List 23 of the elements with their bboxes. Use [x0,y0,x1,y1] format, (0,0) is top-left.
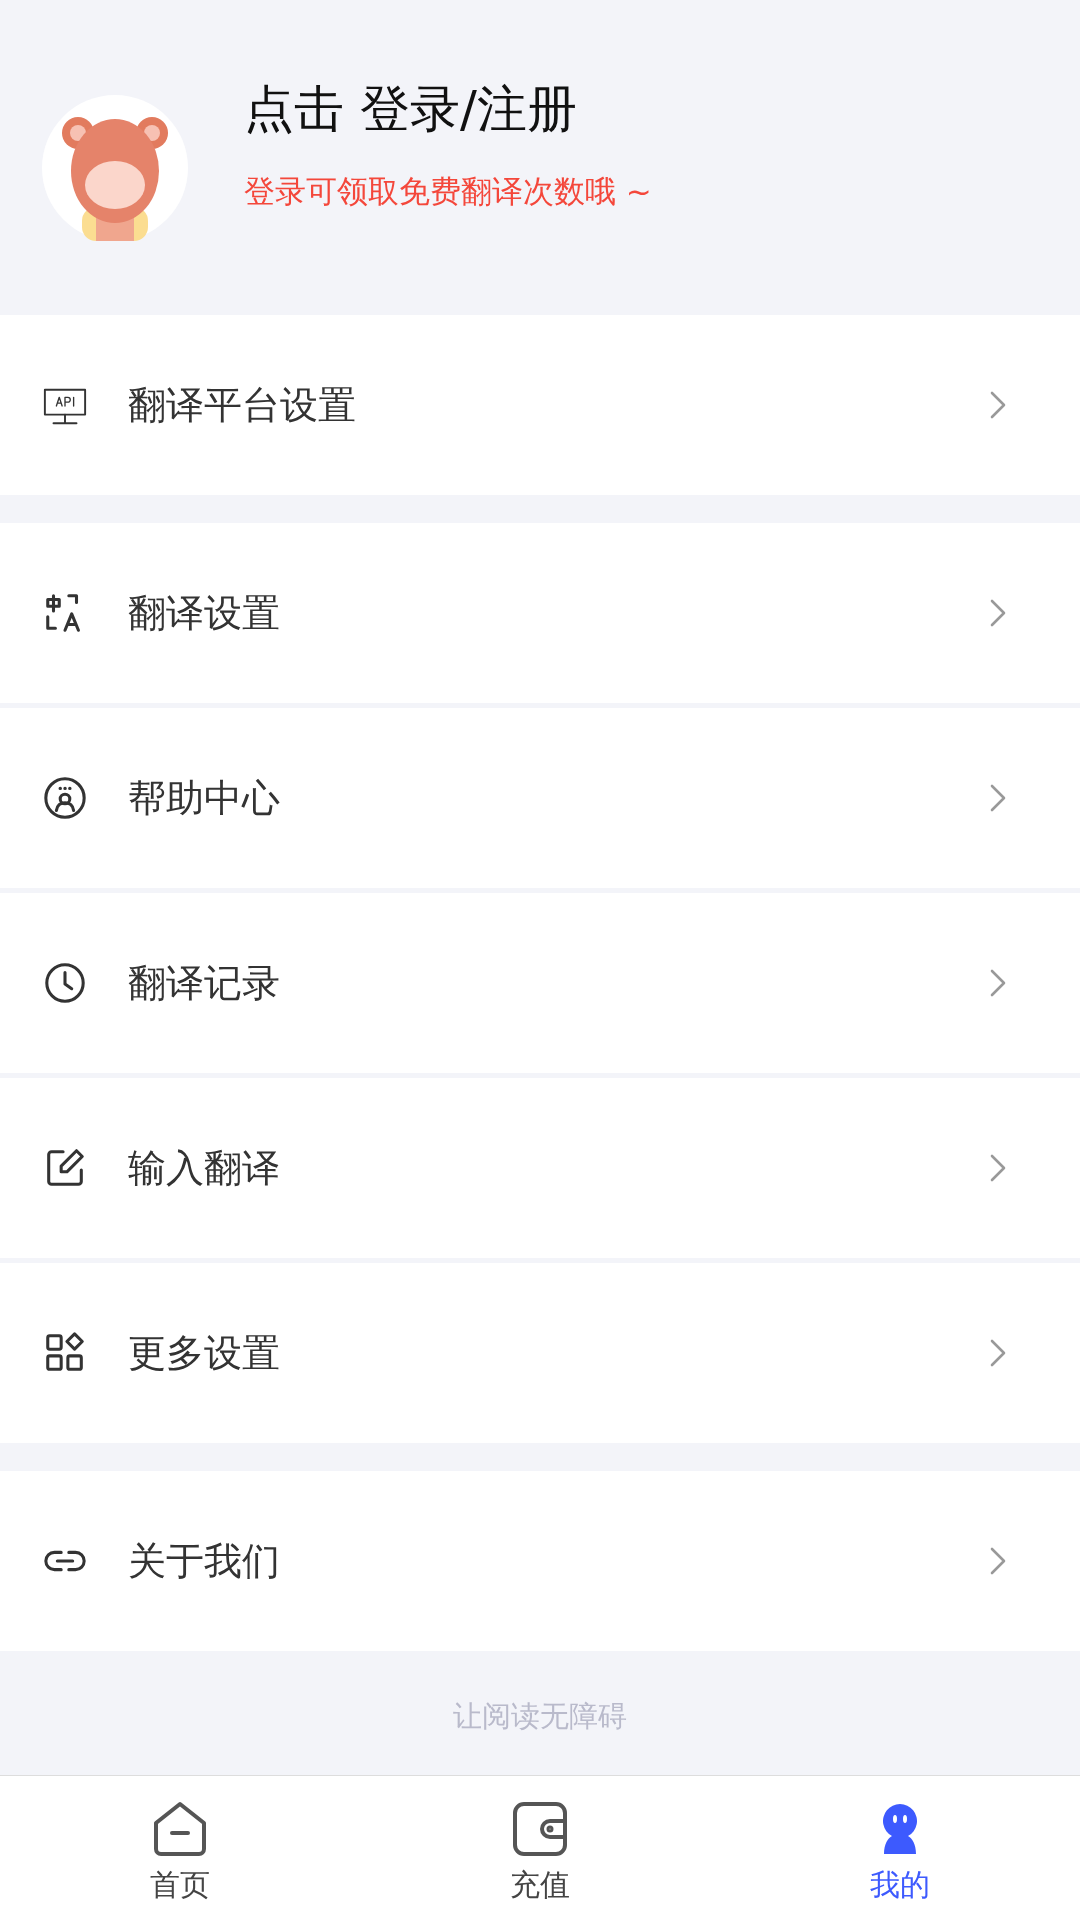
chevron-right-icon [988,597,1008,629]
chevron-right-icon [988,1545,1008,1577]
menu-item[interactable]: 关于我们 [0,1471,1080,1651]
login-title[interactable]: 点击 登录/注册 [244,82,652,137]
menu-item[interactable]: 更多设置 [0,1263,1080,1443]
slogan: 让阅读无障碍 [453,1698,627,1735]
avatar[interactable] [42,94,188,241]
menu-item[interactable]: 翻译设置 [0,523,1080,703]
chevron-right-icon [988,1337,1008,1369]
chevron-right-icon [988,1152,1008,1184]
nav-tab[interactable]: 我的 [720,1776,1080,1920]
nav-tab[interactable]: 充值 [360,1776,720,1920]
chevron-right-icon [988,782,1008,814]
menu-item[interactable]: 帮助中心 [0,708,1080,888]
nav-tab[interactable]: 首页 [0,1776,360,1920]
menu-item[interactable]: 翻译平台设置 [0,315,1080,495]
menu-item[interactable]: 输入翻译 [0,1078,1080,1258]
login-hint: 登录可领取免费翻译次数哦 ~ [244,172,652,211]
clock-icon [42,960,88,1006]
chevron-right-icon [988,389,1008,421]
person-circle-icon [42,775,88,821]
menu-item[interactable]: 翻译记录 [0,893,1080,1073]
chevron-right-icon [988,967,1008,999]
